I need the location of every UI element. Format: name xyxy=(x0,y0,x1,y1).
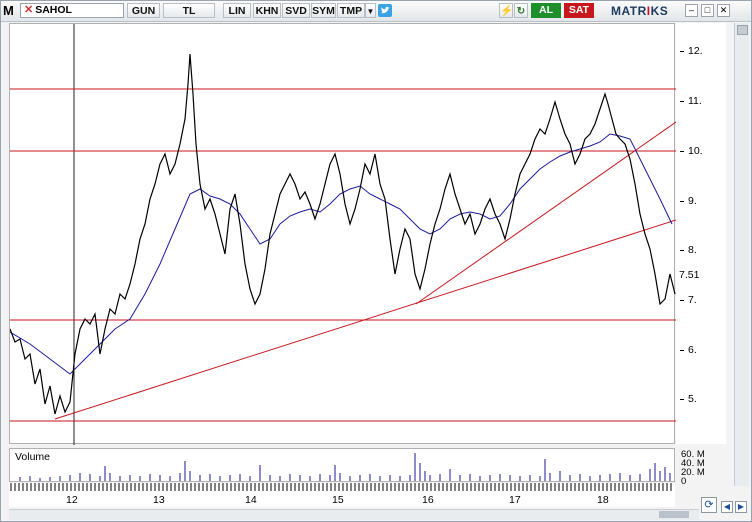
x-tick-label: 18 xyxy=(597,494,609,506)
toolbar: M ✕ SAHOL GUN TL LIN KHN SVD SYM TMP ▼ ⚡ … xyxy=(1,1,751,22)
y-tick: 8. xyxy=(680,244,697,256)
y-tick: 6. xyxy=(680,344,697,356)
close-icon[interactable]: ✕ xyxy=(717,4,730,17)
price-plot[interactable] xyxy=(9,23,676,445)
symbol-value: SAHOL xyxy=(35,4,72,16)
sym-button[interactable]: SYM xyxy=(311,3,336,18)
dropdown-arrow-icon[interactable]: ▼ xyxy=(365,3,376,18)
x-tick-label: 12 xyxy=(66,494,78,506)
y-tick: 11. xyxy=(680,95,702,107)
scroll-left-icon[interactable]: ◀ xyxy=(721,501,733,513)
x-axis-ticks xyxy=(10,483,672,491)
y-tick-label: 12. xyxy=(688,45,703,57)
scroll-right-icon[interactable]: ▶ xyxy=(735,501,747,513)
x-tick-label: 14 xyxy=(245,494,257,506)
y-tick: 12. xyxy=(680,45,703,57)
chart-window: M ✕ SAHOL GUN TL LIN KHN SVD SYM TMP ▼ ⚡ … xyxy=(0,0,752,522)
brand-logo: MATRIKS xyxy=(611,4,669,18)
buy-button[interactable]: AL xyxy=(531,3,561,18)
volume-panel[interactable]: Volume xyxy=(9,448,675,482)
price-line xyxy=(10,53,676,415)
sync-icon[interactable]: ⟳ xyxy=(701,497,717,513)
x-tick-label: 16 xyxy=(422,494,434,506)
volume-tick: 0 xyxy=(681,476,687,487)
y-tick: 7. xyxy=(680,294,697,306)
trend-line xyxy=(415,121,676,305)
horizontal-scrollbar[interactable] xyxy=(9,509,699,520)
y-tick-label: 7. xyxy=(688,294,697,306)
app-logo: M xyxy=(3,3,14,18)
y-tick: 9. xyxy=(680,195,697,207)
y-tick: 5. xyxy=(680,393,697,405)
y-tick-label: 9. xyxy=(688,195,697,207)
flash-icon[interactable]: ⚡ xyxy=(499,3,513,18)
last-price-label: 7.51 xyxy=(679,269,700,281)
restore-icon[interactable]: □ xyxy=(701,4,714,17)
sell-button[interactable]: SAT xyxy=(564,3,594,18)
y-axis: 12. 11. 10. 9. 8. 7. 6. 5. xyxy=(676,23,726,444)
volume-bars xyxy=(19,453,671,481)
y-tick: 10. xyxy=(680,145,703,157)
linear-button[interactable]: LIN xyxy=(223,3,251,18)
x-tick-label: 17 xyxy=(509,494,521,506)
khn-button[interactable]: KHN xyxy=(253,3,281,18)
clear-icon[interactable]: ✕ xyxy=(24,4,33,16)
vertical-scrollbar[interactable] xyxy=(734,23,749,486)
y-tick-label: 11. xyxy=(688,95,702,107)
volume-bars-svg xyxy=(19,453,671,481)
y-tick-label: 10. xyxy=(688,145,703,157)
period-button[interactable]: GUN xyxy=(127,3,160,18)
price-chart-svg xyxy=(10,24,676,445)
y-tick-label: 5. xyxy=(688,393,697,405)
x-axis: 12 13 14 15 16 17 18 xyxy=(9,483,675,507)
moving-average-line xyxy=(10,133,673,375)
horizontal-scroll-thumb[interactable] xyxy=(659,511,689,518)
x-tick-label: 13 xyxy=(153,494,165,506)
y-tick-label: 8. xyxy=(688,244,697,256)
y-tick-label: 6. xyxy=(688,344,697,356)
x-tick-label: 15 xyxy=(332,494,344,506)
tmp-button[interactable]: TMP xyxy=(337,3,365,18)
refresh-icon[interactable]: ↻ xyxy=(514,3,528,18)
svd-button[interactable]: SVD xyxy=(282,3,310,18)
symbol-input[interactable]: ✕ SAHOL xyxy=(20,3,124,18)
minimize-icon[interactable]: – xyxy=(685,4,698,17)
currency-button[interactable]: TL xyxy=(163,3,215,18)
twitter-icon[interactable] xyxy=(378,4,392,17)
vertical-scroll-thumb[interactable] xyxy=(737,25,748,35)
